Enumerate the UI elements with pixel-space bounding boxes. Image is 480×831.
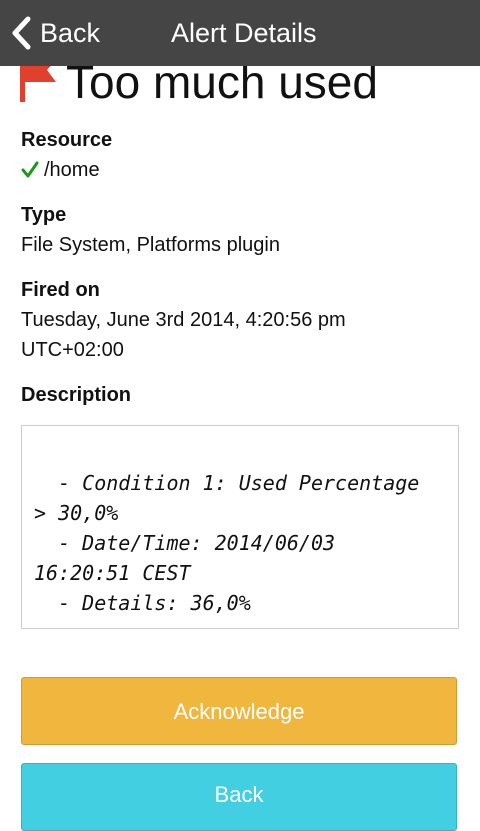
type-label: Type xyxy=(21,204,67,226)
description-text: - Condition 1: Used Percentage > 30,0% -… xyxy=(34,471,420,615)
top-bar: Back Alert Details xyxy=(0,0,480,66)
back-button[interactable]: Back xyxy=(21,763,457,831)
description-label: Description xyxy=(21,384,132,406)
fired-on-label: Fired on xyxy=(21,279,100,301)
page-title: Alert Details xyxy=(171,18,317,48)
back-nav-label: Back xyxy=(40,18,101,48)
fired-on-value-line1: Tuesday, June 3rd 2014, 4:20:56 pm xyxy=(21,309,346,331)
resource-label: Resource xyxy=(21,129,113,151)
chevron-left-icon xyxy=(10,16,32,50)
type-value: File System, Platforms plugin xyxy=(21,234,280,256)
acknowledge-button[interactable]: Acknowledge xyxy=(21,677,457,745)
description-box[interactable]: - Condition 1: Used Percentage > 30,0% -… xyxy=(21,425,459,629)
resource-value: /home xyxy=(44,159,100,181)
back-nav-button[interactable]: Back xyxy=(10,13,100,53)
fired-on-value-line2: UTC+02:00 xyxy=(21,339,124,361)
checkmark-icon xyxy=(21,161,39,184)
